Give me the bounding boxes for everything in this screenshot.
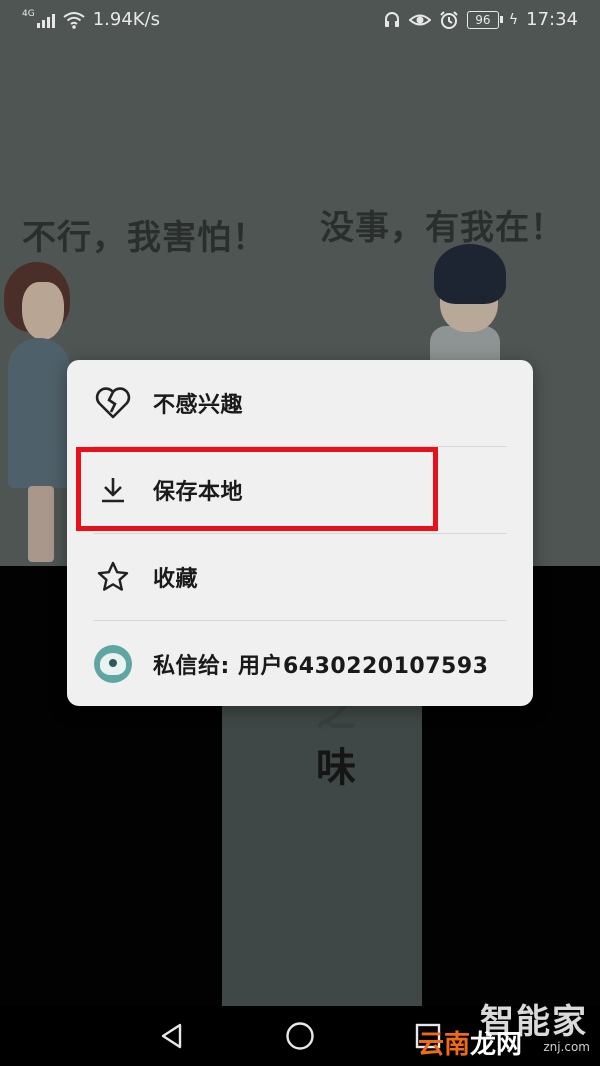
- charging-icon: ϟ: [508, 11, 519, 28]
- alarm-icon: [440, 10, 458, 29]
- woman-figure-legs: [28, 486, 54, 562]
- wifi-icon: [63, 11, 85, 29]
- caption-right: 没事，有我在！: [320, 208, 565, 248]
- broken-heart-icon: [93, 383, 133, 423]
- avatar: [94, 645, 132, 683]
- clock: 17:34: [526, 9, 578, 30]
- menu-item-label: 私信给: 用户6430220107593: [153, 654, 489, 679]
- signal-icon: [36, 12, 55, 28]
- menu-item-label: 收藏: [153, 567, 199, 592]
- menu-item-not-interested[interactable]: 不感兴趣: [67, 360, 533, 446]
- status-bar: 4G 1.94K/s 96 ϟ 17:34: [0, 0, 600, 40]
- status-right: 96 ϟ 17:34: [383, 9, 578, 30]
- watermark-line2: 云南龙网: [418, 1024, 522, 1061]
- watermark-line3: znj.com: [543, 1040, 590, 1054]
- woman-figure-dress: [8, 338, 70, 488]
- network-speed: 1.94K/s: [92, 9, 161, 30]
- woman-figure-face: [22, 282, 64, 340]
- watermark-part-b: 龙网: [469, 1030, 522, 1060]
- status-left: 4G 1.94K/s: [22, 8, 161, 31]
- home-icon[interactable]: [282, 1018, 318, 1054]
- menu-item-private-message[interactable]: 私信给: 用户6430220107593: [67, 621, 533, 707]
- menu-item-favorite[interactable]: 收藏: [67, 534, 533, 620]
- highlight-box: [76, 447, 438, 531]
- man-figure-hair: [434, 244, 506, 304]
- battery-level: 96: [475, 12, 491, 27]
- eye-icon: [408, 14, 431, 25]
- back-icon[interactable]: [154, 1018, 190, 1054]
- headset-icon: [384, 11, 399, 27]
- watermark-part-a: 云南: [417, 1030, 470, 1060]
- caption-left: 不行，我害怕！: [22, 218, 267, 258]
- menu-item-label: 不感兴趣: [153, 393, 244, 418]
- avatar-icon: [93, 644, 133, 684]
- vertical-title-char: 味: [316, 745, 356, 791]
- network-type: 4G: [22, 8, 35, 19]
- context-menu: 不感兴趣 保存本地 收藏 私信给: 用户6430220107593: [67, 360, 533, 706]
- battery-icon: 96: [466, 10, 503, 29]
- star-icon: [93, 557, 133, 597]
